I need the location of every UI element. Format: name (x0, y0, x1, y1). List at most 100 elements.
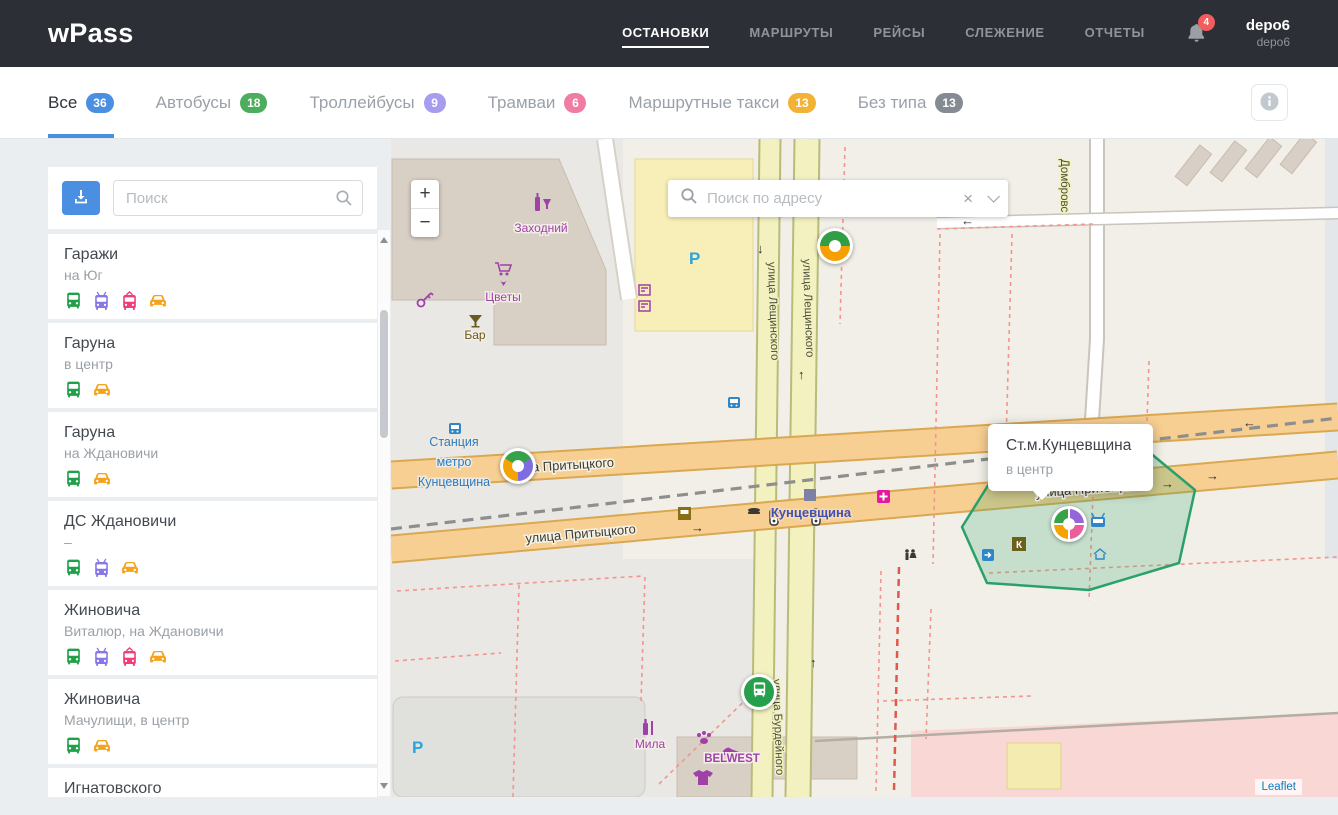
poi-label-bar: Бар (464, 328, 486, 342)
building-yellow-small (1007, 743, 1061, 789)
nav-item-1[interactable]: МАРШРУТЫ (749, 19, 833, 48)
stop-list-item-0[interactable]: Гаражи на Юг (48, 234, 377, 319)
download-icon (73, 189, 89, 208)
bus-icon (751, 681, 768, 703)
nav-items: ОСТАНОВКИ МАРШРУТЫ РЕЙСЫ СЛЕЖЕНИЕ ОТЧЕТЫ (622, 0, 1145, 67)
nav-item-3[interactable]: СЛЕЖЕНИЕ (965, 19, 1044, 48)
tab-label: Трамваи (488, 93, 556, 113)
popup-subtitle: в центр (1006, 462, 1135, 477)
app-logo: wPass (48, 18, 134, 49)
stop-list-item-4[interactable]: ЖиновичаВиталюр, на Ждановичи (48, 590, 377, 675)
tab-label: Все (48, 93, 77, 113)
tab-count-badge: 36 (86, 93, 113, 113)
tab-0[interactable]: Все 36 (48, 67, 114, 138)
bus-icon (64, 647, 83, 666)
road-arrow: ← (1243, 415, 1256, 430)
bus-icon (64, 736, 83, 755)
stop-title: ДС Ждановичи (64, 513, 361, 531)
notifications-badge: 4 (1198, 14, 1215, 31)
tram-icon (120, 291, 139, 310)
stop-transport-icons (64, 558, 361, 577)
user-menu[interactable]: depo6 depo6 (1246, 17, 1290, 51)
stop-list-item-2[interactable]: Гаруна на Ждановичи (48, 412, 377, 497)
tab-1[interactable]: Автобусы18 (156, 67, 268, 138)
info-button[interactable] (1251, 84, 1288, 121)
zoom-in-button[interactable]: + (411, 180, 439, 208)
download-button[interactable] (62, 181, 100, 215)
tab-label: Без типа (858, 93, 927, 113)
stop-marker-pie[interactable] (500, 448, 536, 484)
tab-label: Маршрутные такси (628, 93, 779, 113)
poi-label-tsvety: Цветы (485, 290, 521, 304)
zoom-out-button[interactable]: − (411, 209, 439, 237)
tab-count-badge: 13 (935, 93, 962, 113)
taxi-icon (148, 647, 168, 666)
popup-title: Ст.м.Кунцевщина (1006, 437, 1135, 455)
nav-item-4[interactable]: ОТЧЕТЫ (1085, 19, 1145, 48)
tab-count-badge: 6 (564, 93, 586, 113)
stop-title: Игнатовского (64, 780, 361, 797)
busstop-icon-2 (728, 397, 740, 408)
stop-list-item-5[interactable]: ЖиновичаМачулищи, в центр (48, 679, 377, 764)
bus-icon (64, 291, 83, 310)
tab-4[interactable]: Маршрутные такси13 (628, 67, 815, 138)
bus-icon (64, 469, 83, 488)
metro-station-label-3: Кунцевщина (418, 475, 490, 489)
stop-transport-icons (64, 736, 361, 755)
bus-stop-marker[interactable] (741, 674, 777, 710)
search-icon (335, 189, 353, 212)
sidebar-scrollbar[interactable] (377, 229, 391, 797)
search-input[interactable] (113, 180, 363, 216)
tab-3[interactable]: Трамваи 6 (488, 67, 587, 138)
stop-popup: Ст.м.Кунцевщина в центр (988, 424, 1153, 491)
tab-count-badge: 9 (424, 93, 446, 113)
address-search-input[interactable] (707, 190, 957, 207)
stop-title: Жиновича (64, 602, 361, 620)
taxi-icon (120, 558, 140, 577)
stop-transport-icons (64, 380, 361, 399)
atm-icon (678, 507, 691, 520)
scroll-up-arrow[interactable] (380, 235, 388, 243)
tab-count-badge: 18 (240, 93, 267, 113)
stop-title: Гаруна (64, 335, 361, 353)
taxi-icon (148, 291, 168, 310)
scroll-thumb[interactable] (380, 310, 388, 438)
stop-title: Гаруна (64, 424, 361, 442)
scroll-down-arrow[interactable] (380, 783, 388, 791)
nav-item-0[interactable]: ОСТАНОВКИ (622, 19, 709, 48)
stop-subtitle: – (64, 534, 361, 550)
stop-list-item-6[interactable]: Игнатовского– (48, 768, 377, 797)
parking-label-1: P (689, 249, 700, 268)
leaflet-link[interactable]: Leaflet (1261, 781, 1296, 793)
road-arrow: → (691, 520, 704, 535)
stop-list-item-3[interactable]: ДС Ждановичи – (48, 501, 377, 586)
bus-icon (64, 380, 83, 399)
street-label-dombrovskaya: Домбровс (1058, 159, 1070, 212)
popup-arrow (1032, 490, 1052, 500)
stop-subtitle: на Юг (64, 267, 361, 283)
filter-tabs-bar: Все 36 Автобусы18 Троллейбусы9 Трамваи 6 Маршр… (0, 67, 1338, 139)
stop-list-item-1[interactable]: Гарунав центр (48, 323, 377, 408)
top-navbar: wPass ОСТАНОВКИ МАРШРУТЫ РЕЙСЫ СЛЕЖЕНИЕ ОТЧЕ… (0, 0, 1338, 67)
clear-icon[interactable]: × (957, 189, 979, 209)
stop-subtitle: на Ждановичи (64, 445, 361, 461)
poi-label-zahodniy: Заходний (514, 221, 567, 235)
tab-5[interactable]: Без типа 13 (858, 67, 963, 138)
stop-marker-selected[interactable] (1051, 506, 1087, 542)
tab-2[interactable]: Троллейбусы9 (309, 67, 445, 138)
stop-title: Жиновича (64, 691, 361, 709)
stop-title: Гаражи (64, 246, 361, 264)
address-search-box: × (668, 180, 1008, 217)
road-arrow: ↑ (798, 367, 805, 382)
road-arrow: → (1161, 476, 1174, 491)
nav-item-2[interactable]: РЕЙСЫ (873, 19, 925, 48)
map-canvas[interactable]: К улица Приты (391, 139, 1338, 797)
metro-name-label: Кунцевщина (771, 505, 852, 520)
poi-label-mila: Мила (635, 737, 666, 751)
info-icon (1260, 92, 1279, 114)
map-zoom-control: + − (411, 180, 439, 237)
chevron-down-icon[interactable] (987, 190, 1000, 203)
stops-sidebar: Гаражина ЮгГарунав центрГарунана Жданови… (48, 167, 391, 797)
stop-marker-donut[interactable] (817, 228, 853, 264)
notifications-button[interactable]: 4 (1187, 23, 1206, 44)
